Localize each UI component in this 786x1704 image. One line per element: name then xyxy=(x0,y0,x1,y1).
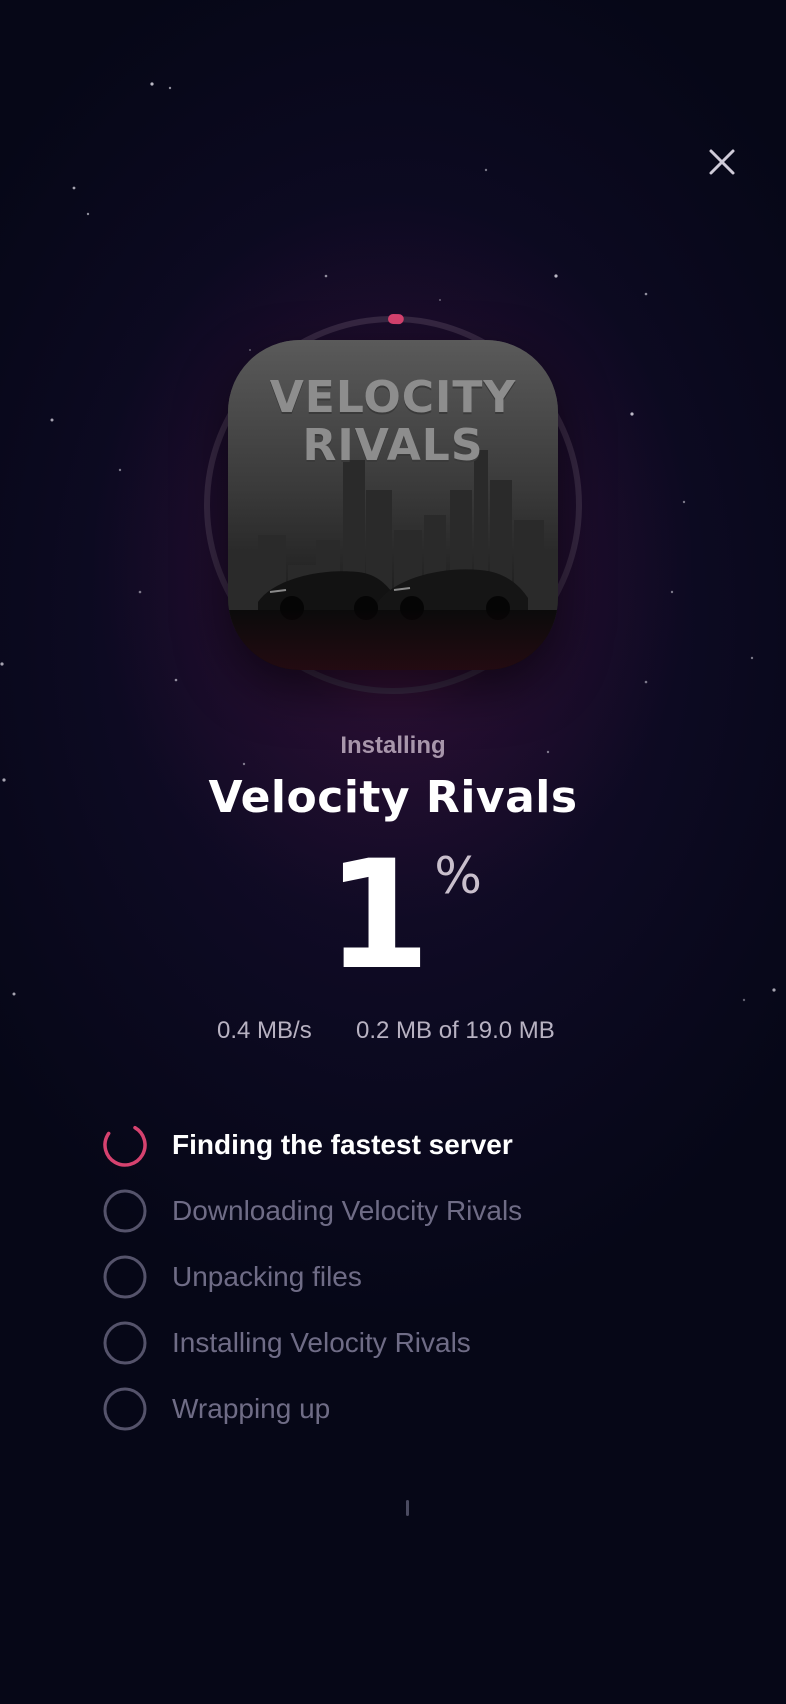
step-item-wrapping-up: Wrapping up xyxy=(102,1376,702,1442)
progress-percent-value: 1 xyxy=(326,829,431,1003)
cover-title-line2: RIVALS xyxy=(302,420,484,471)
pending-circle-icon xyxy=(103,1387,147,1431)
step-label: Finding the fastest server xyxy=(172,1129,513,1160)
pending-circle-icon xyxy=(103,1189,147,1233)
step-label: Downloading Velocity Rivals xyxy=(172,1195,523,1226)
install-steps-list: Finding the fastest server Downloading V… xyxy=(102,1112,702,1442)
install-status-label: Installing xyxy=(340,732,446,759)
step-item-installing: Installing Velocity Rivals xyxy=(102,1310,702,1376)
step-label: Installing Velocity Rivals xyxy=(172,1327,471,1358)
step-item-downloading: Downloading Velocity Rivals xyxy=(102,1178,702,1244)
step-item-finding-server: Finding the fastest server xyxy=(102,1112,702,1178)
progress-percent-sign: % xyxy=(434,847,482,905)
scroll-indicator xyxy=(406,1500,409,1516)
close-icon xyxy=(709,149,735,175)
download-speed: 0.4 MB/s xyxy=(217,1017,312,1044)
close-button[interactable] xyxy=(698,138,746,186)
pending-circle-icon xyxy=(103,1321,147,1365)
download-size-progress: 0.2 MB of 19.0 MB xyxy=(356,1017,555,1044)
cover-title: VELOCITY RIVALS xyxy=(228,374,558,470)
step-item-unpacking: Unpacking files xyxy=(102,1244,702,1310)
game-cover-art: VELOCITY RIVALS xyxy=(228,340,558,670)
step-label: Unpacking files xyxy=(172,1261,362,1292)
progress-percent: 1% xyxy=(0,829,786,1003)
pending-circle-icon xyxy=(103,1255,147,1299)
step-label: Wrapping up xyxy=(172,1393,331,1424)
cover-title-line1: VELOCITY xyxy=(269,372,517,423)
install-screen: VELOCITY RIVALS Installing Velocity Riva… xyxy=(0,0,786,1704)
game-title: Velocity Rivals xyxy=(208,772,578,823)
cover-glow xyxy=(228,610,558,670)
spinner-icon xyxy=(103,1123,147,1167)
